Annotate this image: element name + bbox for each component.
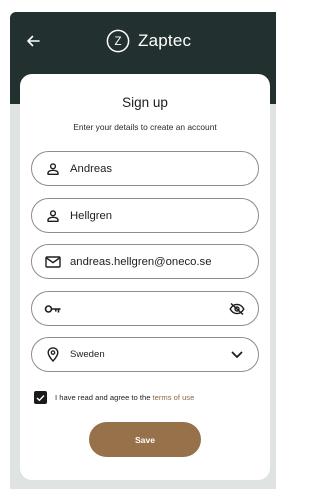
first-name-field[interactable]: Andreas [31, 151, 259, 186]
agree-label: I have read and agree to the terms of us… [55, 393, 194, 402]
first-name-value: Andreas [70, 162, 113, 175]
back-button[interactable] [22, 30, 44, 52]
zaptec-logo-icon: Z [106, 29, 130, 53]
country-select[interactable]: Sweden [31, 337, 259, 372]
checkmark-icon [36, 394, 45, 401]
page-subtitle: Enter your details to create an account [73, 122, 217, 132]
logo-letter: Z [114, 36, 121, 48]
country-dropdown-toggle[interactable] [228, 346, 246, 364]
toggle-password-visibility[interactable] [228, 300, 246, 318]
back-arrow-icon [27, 35, 40, 47]
signup-card: Sign up Enter your details to create an … [20, 74, 270, 480]
page-title: Sign up [122, 95, 168, 110]
terms-of-use-link[interactable]: terms of use [153, 393, 195, 402]
country-value: Sweden [70, 349, 105, 360]
person-icon [44, 207, 62, 225]
agree-checkbox[interactable] [34, 391, 47, 404]
person-icon [44, 160, 62, 178]
last-name-field[interactable]: Hellgren [31, 198, 259, 233]
brand-logo: Z Zaptec [106, 26, 191, 56]
email-icon [44, 253, 62, 271]
chevron-down-icon [231, 351, 243, 358]
agree-prefix: I have read and agree to the [55, 393, 153, 402]
save-button[interactable]: Save [89, 422, 201, 457]
brand-name: Zaptec [138, 31, 192, 50]
last-name-value: Hellgren [70, 209, 113, 222]
email-value: andreas.hellgren@oneco.se [70, 255, 212, 268]
password-field[interactable] [31, 291, 259, 326]
email-field[interactable]: andreas.hellgren@oneco.se [31, 244, 259, 279]
terms-agreement: I have read and agree to the terms of us… [34, 391, 194, 404]
key-icon [44, 300, 62, 318]
location-pin-icon [44, 346, 62, 364]
eye-off-icon [229, 302, 245, 316]
